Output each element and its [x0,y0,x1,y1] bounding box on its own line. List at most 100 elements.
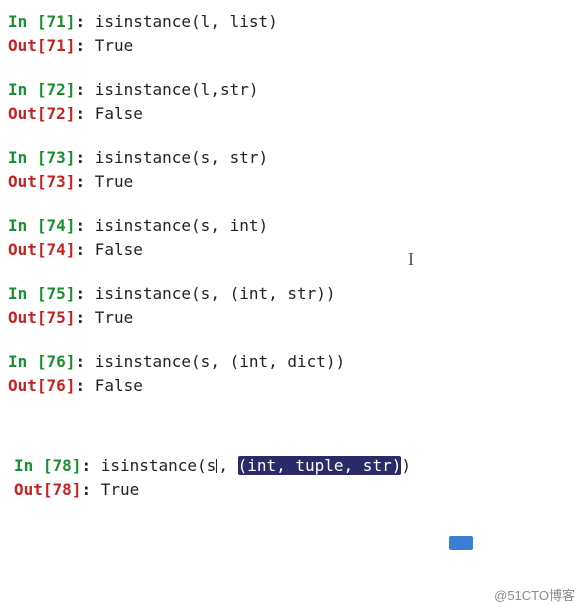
output-value: True [95,36,134,55]
code-input[interactable]: isinstance(s, int) [95,216,268,235]
out-number: 74 [47,240,66,259]
colon: : [75,80,94,99]
colon: : [81,456,100,475]
colon: : [75,376,94,395]
bracket-open: [ [37,376,47,395]
out-number: 78 [53,480,72,499]
bracket-close: ] [66,240,76,259]
output-value: True [95,172,134,191]
watermark-label: @51CTO博客 [494,586,575,606]
cell-75: In [75]: isinstance(s, (int, str)) Out[7… [8,282,579,330]
code-between: , [218,456,237,475]
code-prefix: isinstance(s [101,456,217,475]
out-prompt-word: Out [8,104,37,123]
bracket-close: ] [66,36,76,55]
in-prompt-word: In [8,216,37,235]
in-prompt-word: In [8,12,37,31]
in-number: 71 [47,12,66,31]
colon: : [81,480,100,499]
out-line: Out[72]: False [8,102,579,126]
out-line: Out[75]: True [8,306,579,330]
code-input[interactable]: isinstance(s, str) [95,148,268,167]
out-line: Out[76]: False [8,374,579,398]
code-input[interactable]: isinstance(s, (int, str)) [95,284,336,303]
out-number: 72 [47,104,66,123]
bracket-close: ] [72,480,82,499]
colon: : [75,352,94,371]
in-number: 76 [47,352,66,371]
bracket-close: ] [66,216,76,235]
out-number: 73 [47,172,66,191]
out-number: 75 [47,308,66,327]
bracket-open: [ [37,240,47,259]
in-line[interactable]: In [71]: isinstance(l, list) [8,10,579,34]
code-input[interactable]: isinstance(l,str) [95,80,259,99]
cell-78: In [78]: isinstance(s, (int, tuple, str)… [8,454,579,502]
output-value: True [95,308,134,327]
bracket-close: ] [66,80,76,99]
in-line[interactable]: In [74]: isinstance(s, int) [8,214,579,238]
out-line: Out[74]: False [8,238,579,262]
ibeam-cursor-icon: I [408,246,414,273]
out-prompt-word: Out [8,376,37,395]
bracket-open: [ [37,104,47,123]
code-input[interactable]: isinstance(s, (int, tuple, str)) [101,456,411,475]
in-number: 74 [47,216,66,235]
cell-72: In [72]: isinstance(l,str) Out[72]: Fals… [8,78,579,126]
colon: : [75,240,94,259]
bracket-close: ] [66,308,76,327]
out-line: Out[73]: True [8,170,579,194]
colon: : [75,308,94,327]
colon: : [75,36,94,55]
bracket-close: ] [66,376,76,395]
ipython-session: In [71]: isinstance(l, list) Out[71]: Tr… [8,10,579,502]
output-value: False [95,104,143,123]
output-value: True [101,480,140,499]
bracket-close: ] [66,352,76,371]
bracket-open: [ [37,284,47,303]
out-number: 71 [47,36,66,55]
code-input[interactable]: isinstance(s, (int, dict)) [95,352,345,371]
in-number: 78 [53,456,72,475]
out-line: Out[78]: True [14,478,579,502]
ime-indicator-icon [449,536,473,550]
colon: : [75,172,94,191]
in-prompt-word: In [8,80,37,99]
in-number: 75 [47,284,66,303]
out-prompt-word: Out [8,240,37,259]
bracket-close: ] [66,148,76,167]
in-prompt-word: In [8,284,37,303]
cell-74: In [74]: isinstance(s, int) Out[74]: Fal… [8,214,579,262]
selection-highlight[interactable]: (int, tuple, str) [238,456,402,475]
bracket-close: ] [66,172,76,191]
code-suffix: ) [401,456,411,475]
cell-73: In [73]: isinstance(s, str) Out[73]: Tru… [8,146,579,194]
bracket-close: ] [72,456,82,475]
bracket-open: [ [37,308,47,327]
out-number: 76 [47,376,66,395]
colon: : [75,148,94,167]
in-prompt-word: In [8,352,37,371]
in-line[interactable]: In [76]: isinstance(s, (int, dict)) [8,350,579,374]
blank-gap [8,418,579,454]
in-line[interactable]: In [78]: isinstance(s, (int, tuple, str)… [14,454,579,478]
out-prompt-word: Out [8,308,37,327]
in-line[interactable]: In [72]: isinstance(l,str) [8,78,579,102]
bracket-open: [ [37,36,47,55]
bracket-open: [ [43,480,53,499]
bracket-open: [ [37,216,47,235]
colon: : [75,104,94,123]
colon: : [75,216,94,235]
bracket-close: ] [66,104,76,123]
in-line[interactable]: In [73]: isinstance(s, str) [8,146,579,170]
out-prompt-word: Out [14,480,43,499]
output-value: False [95,376,143,395]
bracket-open: [ [37,172,47,191]
code-input[interactable]: isinstance(l, list) [95,12,278,31]
out-prompt-word: Out [8,36,37,55]
in-number: 73 [47,148,66,167]
in-number: 72 [47,80,66,99]
bracket-open: [ [37,80,47,99]
in-line[interactable]: In [75]: isinstance(s, (int, str)) [8,282,579,306]
bracket-close: ] [66,12,76,31]
